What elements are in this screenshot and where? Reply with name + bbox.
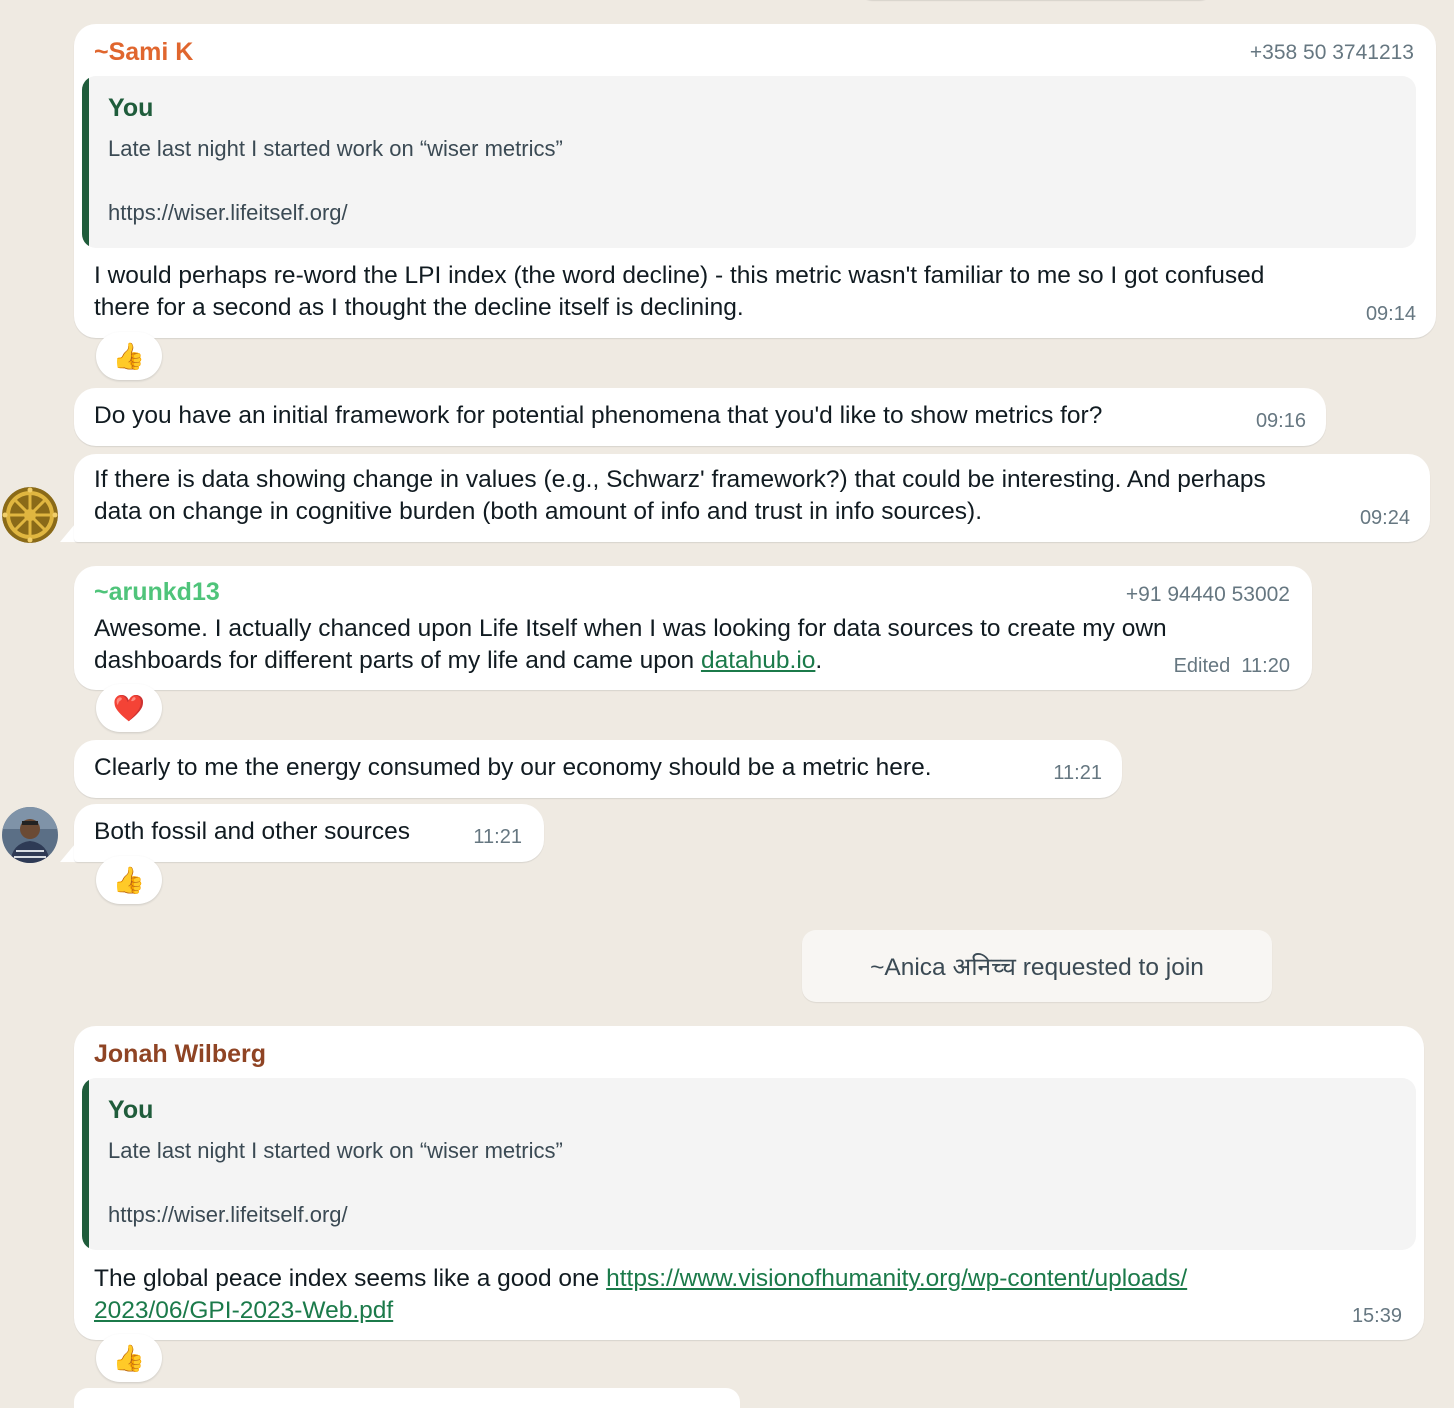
message-text-line1: Awesome. I actually chanced upon Life It… bbox=[94, 615, 1167, 642]
time-label: 11:20 bbox=[1241, 655, 1290, 677]
quote-accent-bar bbox=[82, 1078, 89, 1250]
message-text-line2: there for a second as I thought the decl… bbox=[94, 294, 744, 321]
message-text: Both fossil and other sources bbox=[94, 818, 410, 845]
thumbs-up-icon: 👍 bbox=[112, 864, 146, 895]
message-text-line1: The global peace index seems like a good… bbox=[94, 1263, 1187, 1295]
message-time: 09:14 bbox=[1365, 303, 1416, 325]
message-text-line2: 2023/06/GPI-2023-Web.pdf bbox=[94, 1295, 393, 1327]
message-bubble-energy[interactable]: Clearly to me the energy consumed by our… bbox=[74, 740, 1122, 798]
dharma-wheel-icon bbox=[2, 487, 58, 543]
message-time: 15:39 bbox=[1351, 1305, 1402, 1327]
quote-accent-bar bbox=[82, 76, 89, 248]
quote-sender: You bbox=[108, 1096, 154, 1124]
message-text-line1: If there is data showing change in value… bbox=[94, 466, 1266, 493]
message-time: 09:24 bbox=[1359, 507, 1410, 529]
reaction-heart[interactable]: ❤️ bbox=[96, 684, 162, 732]
avatar-dharma-wheel[interactable] bbox=[2, 487, 58, 543]
sender-phone: +91 94440 53002 bbox=[1125, 583, 1290, 606]
quote-link: https://wiser.lifeitself.org/ bbox=[108, 1202, 348, 1227]
message-bubble-framework-question[interactable]: Do you have an initial framework for pot… bbox=[74, 388, 1326, 446]
message-text-line2: data on change in cognitive burden (both… bbox=[94, 498, 983, 525]
sender-name[interactable]: ~Sami K bbox=[94, 38, 193, 67]
sender-phone: +358 50 3741213 bbox=[1249, 41, 1414, 64]
partial-bubble-bottom bbox=[74, 1388, 740, 1408]
message-text: Clearly to me the energy consumed by our… bbox=[94, 754, 932, 781]
system-message-text: ~Anica अनिच्च requested to join bbox=[870, 953, 1204, 981]
message-text: Do you have an initial framework for pot… bbox=[94, 402, 1103, 429]
gpi-link-part1[interactable]: https://www.visionofhumanity.org/wp-cont… bbox=[606, 1265, 1187, 1292]
thumbs-up-icon: 👍 bbox=[112, 340, 146, 371]
message-bubble-fossil[interactable]: Both fossil and other sources 11:21 bbox=[74, 804, 544, 862]
sender-name[interactable]: ~arunkd13 bbox=[94, 578, 220, 607]
reaction-thumbs-up[interactable]: 👍 bbox=[96, 1334, 162, 1382]
edited-label: Edited bbox=[1173, 655, 1231, 677]
gpi-link-part2[interactable]: 2023/06/GPI-2023-Web.pdf bbox=[94, 1297, 393, 1324]
heart-icon: ❤️ bbox=[112, 692, 146, 723]
message-text-pre: The global peace index seems like a good… bbox=[94, 1265, 607, 1292]
message-time: 11:21 bbox=[1053, 762, 1102, 784]
quoted-message[interactable]: You Late last night I started work on “w… bbox=[82, 76, 1416, 248]
message-text-post: . bbox=[815, 647, 823, 674]
message-bubble-values-data[interactable]: If there is data showing change in value… bbox=[74, 454, 1430, 542]
quote-text: Late last night I started work on “wiser… bbox=[108, 1138, 563, 1163]
message-time: 11:21 bbox=[473, 826, 522, 848]
sender-name[interactable]: Jonah Wilberg bbox=[94, 1040, 266, 1069]
message-text-line2: dashboards for different parts of my lif… bbox=[94, 645, 822, 677]
message-bubble-arunkd13[interactable]: ~arunkd13 +91 94440 53002 Awesome. I act… bbox=[74, 566, 1312, 690]
avatar-arunkd13[interactable] bbox=[2, 807, 58, 863]
message-time: 09:16 bbox=[1255, 410, 1306, 432]
system-message: ~Anica अनिच्च requested to join bbox=[802, 930, 1272, 1002]
message-time: Edited 11:20 bbox=[1174, 655, 1290, 678]
datahub-link[interactable]: datahub.io bbox=[701, 647, 815, 674]
person-photo bbox=[2, 807, 58, 863]
quoted-message[interactable]: You Late last night I started work on “w… bbox=[82, 1078, 1416, 1250]
quote-text: Late last night I started work on “wiser… bbox=[108, 136, 563, 161]
quote-sender: You bbox=[108, 94, 154, 122]
message-bubble-jonah[interactable]: Jonah Wilberg You Late last night I star… bbox=[74, 1026, 1424, 1340]
reaction-thumbs-up[interactable]: 👍 bbox=[96, 332, 162, 380]
quote-link: https://wiser.lifeitself.org/ bbox=[108, 200, 348, 225]
message-bubble-sami[interactable]: ~Sami K +358 50 3741213 You Late last ni… bbox=[74, 24, 1436, 338]
reaction-thumbs-up[interactable]: 👍 bbox=[96, 856, 162, 904]
message-text-line1: I would perhaps re-word the LPI index (t… bbox=[94, 262, 1265, 289]
message-text-pre: dashboards for different parts of my lif… bbox=[94, 647, 701, 674]
thumbs-up-icon: 👍 bbox=[112, 1342, 146, 1373]
